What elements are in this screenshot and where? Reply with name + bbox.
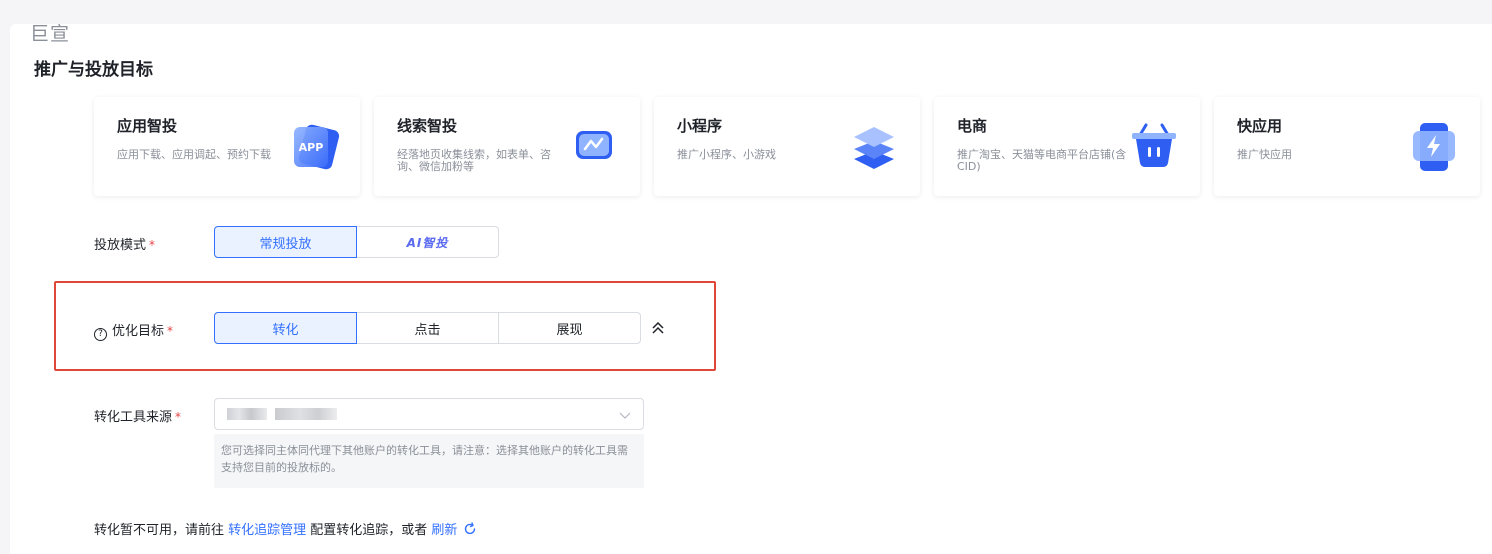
card-desc: 推广快应用 <box>1237 148 1292 161</box>
message-text: 转化暂不可用，请前往 <box>94 523 229 538</box>
conversion-tracking-link[interactable]: 转化追踪管理 <box>228 523 306 538</box>
layers-icon <box>854 127 894 169</box>
redacted-value <box>227 408 267 420</box>
card-app[interactable]: 应用智投 应用下载、应用调起、预约下载 APP <box>94 97 360 196</box>
lightning-phone-icon <box>1413 123 1455 171</box>
option-click[interactable]: 点击 <box>356 312 499 344</box>
svg-text:APP: APP <box>299 141 324 154</box>
section-title: 推广与投放目标 <box>34 60 153 80</box>
delivery-mode-label: 投放模式 * <box>94 234 155 253</box>
required-mark: * <box>149 238 156 252</box>
card-title: 小程序 <box>677 117 723 135</box>
card-title: 电商 <box>957 117 988 135</box>
message-text: 配置转化追踪，或者 <box>306 523 432 538</box>
card-leads[interactable]: 线索智投 经落地页收集线索，如表单、咨询、微信加粉等 <box>374 97 640 196</box>
label-text: 转化工具来源 <box>94 410 173 425</box>
chevron-down-icon <box>619 412 631 419</box>
chat-icon <box>576 131 612 159</box>
option-impression[interactable]: 展现 <box>498 312 641 344</box>
label-text: 优化目标 <box>112 324 165 339</box>
redacted-value <box>275 408 337 420</box>
card-title: 快应用 <box>1237 117 1283 135</box>
option-conversion[interactable]: 转化 <box>214 312 357 344</box>
optimization-goal-selector: 转化 点击 展现 <box>214 312 641 344</box>
refresh-icon[interactable] <box>463 522 477 536</box>
conversion-tool-label: 转化工具来源 * <box>94 406 181 425</box>
card-title: 线索智投 <box>397 117 458 135</box>
ai-delivery-label: AI智投 <box>406 235 449 250</box>
delivery-mode-selector: 常规投放 AI智投 <box>214 226 499 258</box>
card-title: 应用智投 <box>117 117 178 135</box>
conversion-unavailable-message: 转化暂不可用，请前往 转化追踪管理 配置转化追踪，或者 刷新 <box>94 519 477 538</box>
option-ai-delivery[interactable]: AI智投 <box>356 226 499 258</box>
refresh-link[interactable]: 刷新 <box>431 523 457 538</box>
card-desc: 推广小程序、小游戏 <box>677 148 776 161</box>
basket-icon <box>1132 123 1176 167</box>
help-icon[interactable]: ? <box>94 328 107 341</box>
app-icon: APP <box>294 124 340 170</box>
label-text: 投放模式 <box>94 238 147 253</box>
conversion-tool-hint: 您可选择同主体同代理下其他账户的转化工具，请注意：选择其他账户的转化工具需支持您… <box>214 434 644 488</box>
card-mini-program[interactable]: 小程序 推广小程序、小游戏 <box>654 97 920 196</box>
double-chevron-up-icon[interactable] <box>650 320 666 336</box>
required-mark: * <box>167 324 174 338</box>
card-ecommerce[interactable]: 电商 推广淘宝、天猫等电商平台店铺(含CID) <box>934 97 1200 196</box>
card-quick-app[interactable]: 快应用 推广快应用 <box>1214 97 1480 196</box>
brand-logo-text: 巨宣 <box>30 23 71 45</box>
conversion-tool-select[interactable] <box>214 398 644 430</box>
card-desc: 应用下载、应用调起、预约下载 <box>117 148 271 161</box>
card-desc: 推广淘宝、天猫等电商平台店铺(含CID) <box>957 148 1127 173</box>
required-mark: * <box>175 410 182 424</box>
card-desc: 经落地页收集线索，如表单、咨询、微信加粉等 <box>397 148 551 173</box>
optimization-goal-label: ? 优化目标 * <box>94 320 173 341</box>
option-regular-delivery[interactable]: 常规投放 <box>214 226 357 258</box>
